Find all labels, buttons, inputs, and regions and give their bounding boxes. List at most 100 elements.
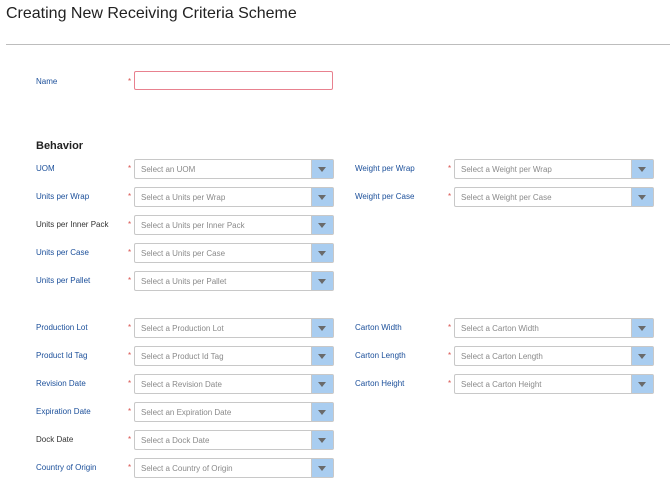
- required-marker: *: [448, 351, 452, 360]
- required-marker: *: [448, 323, 452, 332]
- required-marker: *: [448, 164, 452, 173]
- name-input[interactable]: [134, 71, 333, 90]
- dropdown-button[interactable]: [311, 160, 333, 178]
- required-marker: *: [128, 276, 132, 285]
- chevron-down-icon: [318, 410, 326, 415]
- units-per-inner-pack-label: Units per Inner Pack: [36, 220, 109, 229]
- weight-per-wrap-select-value: Select a Weight per Wrap: [461, 165, 552, 174]
- units-per-case-label: Units per Case: [36, 248, 89, 257]
- chevron-down-icon: [638, 382, 646, 387]
- chevron-down-icon: [638, 195, 646, 200]
- uom-select[interactable]: Select an UOM: [134, 159, 334, 179]
- page-title: Creating New Receiving Criteria Scheme: [6, 5, 297, 22]
- expiration-date-select[interactable]: Select an Expiration Date: [134, 402, 334, 422]
- required-marker: *: [448, 379, 452, 388]
- weight-per-case-select-value: Select a Weight per Case: [461, 193, 552, 202]
- chevron-down-icon: [318, 354, 326, 359]
- name-label: Name: [36, 77, 58, 86]
- chevron-down-icon: [318, 466, 326, 471]
- dropdown-button[interactable]: [631, 319, 653, 337]
- carton-width-select-value: Select a Carton Width: [461, 324, 539, 333]
- dropdown-button[interactable]: [631, 347, 653, 365]
- revision-date-label: Revision Date: [36, 379, 86, 388]
- revision-date-select-value: Select a Revision Date: [141, 380, 222, 389]
- units-per-case-select[interactable]: Select a Units per Case: [134, 243, 334, 263]
- chevron-down-icon: [318, 251, 326, 256]
- dock-date-select-value: Select a Dock Date: [141, 436, 210, 445]
- carton-length-select[interactable]: Select a Carton Length: [454, 346, 654, 366]
- weight-per-wrap-select[interactable]: Select a Weight per Wrap: [454, 159, 654, 179]
- header-divider: [6, 44, 670, 45]
- units-per-wrap-select-value: Select a Units per Wrap: [141, 193, 226, 202]
- units-per-wrap-select[interactable]: Select a Units per Wrap: [134, 187, 334, 207]
- required-marker: *: [128, 192, 132, 201]
- production-lot-select[interactable]: Select a Production Lot: [134, 318, 334, 338]
- required-marker: *: [128, 77, 132, 86]
- chevron-down-icon: [638, 167, 646, 172]
- chevron-down-icon: [318, 382, 326, 387]
- expiration-date-label: Expiration Date: [36, 407, 91, 416]
- uom-label: UOM: [36, 164, 55, 173]
- dropdown-button[interactable]: [311, 347, 333, 365]
- required-marker: *: [128, 463, 132, 472]
- units-per-inner-pack-select[interactable]: Select a Units per Inner Pack: [134, 215, 334, 235]
- dropdown-button[interactable]: [311, 403, 333, 421]
- country-of-origin-label: Country of Origin: [36, 463, 97, 472]
- chevron-down-icon: [318, 438, 326, 443]
- chevron-down-icon: [318, 223, 326, 228]
- required-marker: *: [128, 164, 132, 173]
- chevron-down-icon: [318, 279, 326, 284]
- required-marker: *: [128, 351, 132, 360]
- units-per-pallet-select[interactable]: Select a Units per Pallet: [134, 271, 334, 291]
- chevron-down-icon: [638, 354, 646, 359]
- chevron-down-icon: [318, 167, 326, 172]
- dropdown-button[interactable]: [311, 188, 333, 206]
- carton-length-label: Carton Length: [355, 351, 406, 360]
- units-per-pallet-select-value: Select a Units per Pallet: [141, 277, 227, 286]
- carton-width-select[interactable]: Select a Carton Width: [454, 318, 654, 338]
- production-lot-label: Production Lot: [36, 323, 88, 332]
- carton-height-select[interactable]: Select a Carton Height: [454, 374, 654, 394]
- required-marker: *: [128, 435, 132, 444]
- dock-date-select[interactable]: Select a Dock Date: [134, 430, 334, 450]
- behavior-section-title: Behavior: [36, 140, 84, 152]
- dropdown-button[interactable]: [311, 459, 333, 477]
- product-id-tag-select-value: Select a Product Id Tag: [141, 352, 224, 361]
- revision-date-select[interactable]: Select a Revision Date: [134, 374, 334, 394]
- dropdown-button[interactable]: [311, 272, 333, 290]
- country-of-origin-select-value: Select a Country of Origin: [141, 464, 233, 473]
- product-id-tag-select[interactable]: Select a Product Id Tag: [134, 346, 334, 366]
- required-marker: *: [128, 323, 132, 332]
- carton-height-select-value: Select a Carton Height: [461, 380, 542, 389]
- required-marker: *: [128, 407, 132, 416]
- required-marker: *: [128, 248, 132, 257]
- units-per-pallet-label: Units per Pallet: [36, 276, 91, 285]
- units-per-inner-pack-select-value: Select a Units per Inner Pack: [141, 221, 245, 230]
- dropdown-button[interactable]: [311, 431, 333, 449]
- dock-date-label: Dock Date: [36, 435, 74, 444]
- chevron-down-icon: [638, 326, 646, 331]
- carton-length-select-value: Select a Carton Length: [461, 352, 543, 361]
- required-marker: *: [448, 192, 452, 201]
- units-per-wrap-label: Units per Wrap: [36, 192, 90, 201]
- carton-width-label: Carton Width: [355, 323, 402, 332]
- weight-per-wrap-label: Weight per Wrap: [355, 164, 415, 173]
- country-of-origin-select[interactable]: Select a Country of Origin: [134, 458, 334, 478]
- carton-height-label: Carton Height: [355, 379, 405, 388]
- product-id-tag-label: Product Id Tag: [36, 351, 88, 360]
- production-lot-select-value: Select a Production Lot: [141, 324, 224, 333]
- required-marker: *: [128, 220, 132, 229]
- dropdown-button[interactable]: [311, 319, 333, 337]
- dropdown-button[interactable]: [311, 375, 333, 393]
- dropdown-button[interactable]: [311, 244, 333, 262]
- weight-per-case-select[interactable]: Select a Weight per Case: [454, 187, 654, 207]
- dropdown-button[interactable]: [631, 188, 653, 206]
- chevron-down-icon: [318, 195, 326, 200]
- uom-select-value: Select an UOM: [141, 165, 196, 174]
- units-per-case-select-value: Select a Units per Case: [141, 249, 226, 258]
- dropdown-button[interactable]: [631, 160, 653, 178]
- required-marker: *: [128, 379, 132, 388]
- dropdown-button[interactable]: [311, 216, 333, 234]
- weight-per-case-label: Weight per Case: [355, 192, 415, 201]
- dropdown-button[interactable]: [631, 375, 653, 393]
